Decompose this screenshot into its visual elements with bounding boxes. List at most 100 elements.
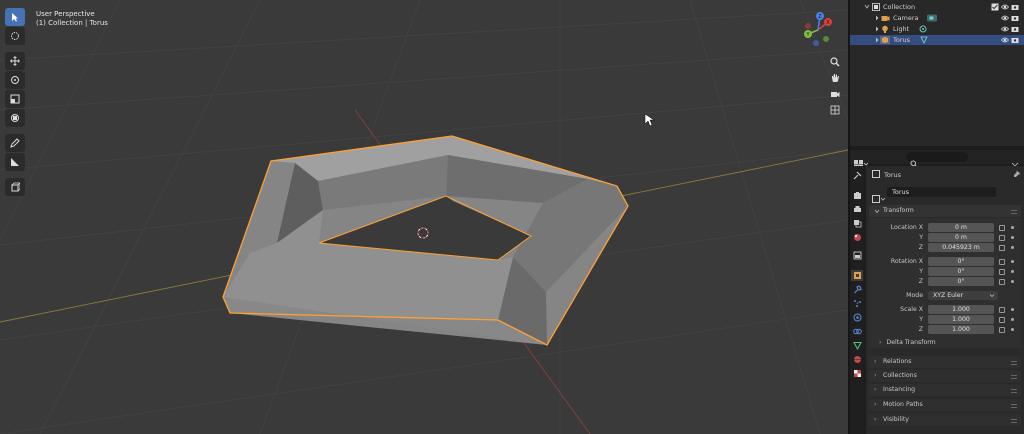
cursor-tool[interactable] <box>5 27 25 45</box>
keyframe-dot-icon[interactable] <box>1011 270 1014 273</box>
outliner-panel: Collection Camera Light Torus <box>850 0 1024 146</box>
chevron-right-icon: › <box>874 372 877 379</box>
scene-icon <box>853 234 861 241</box>
keyframe-dot-icon[interactable] <box>1011 260 1014 263</box>
location-z-field[interactable]: 0.045923 m <box>928 243 994 252</box>
tab-physics[interactable] <box>851 312 863 323</box>
chevron-right-icon: › <box>874 358 877 365</box>
tab-data[interactable] <box>851 340 863 351</box>
lock-icon[interactable] <box>999 235 1005 241</box>
outliner-row-torus[interactable]: Torus <box>850 35 1024 45</box>
measure-tool[interactable] <box>5 153 25 171</box>
viewport-perspective-label: User Perspective <box>36 10 95 18</box>
mesh-object-icon <box>880 36 890 47</box>
tab-object[interactable] <box>851 270 863 281</box>
tab-view-layer[interactable] <box>851 218 863 229</box>
keyframe-dot-icon[interactable] <box>1011 280 1014 283</box>
scale-z-field[interactable]: 1.000 <box>928 325 994 334</box>
outliner-row-collection[interactable]: Collection <box>850 2 1024 12</box>
annotate-tool[interactable] <box>5 134 25 152</box>
tab-constraints[interactable] <box>851 326 863 337</box>
chevron-right-icon: › <box>879 339 882 346</box>
tab-material[interactable] <box>851 354 863 365</box>
object-name-row: Torus <box>869 187 1021 203</box>
rotation-mode-dropdown[interactable]: XYZ Euler <box>928 291 998 300</box>
tab-output[interactable] <box>851 204 863 215</box>
outliner-row-light[interactable]: Light <box>850 24 1024 34</box>
outliner-row-camera[interactable]: Camera <box>850 13 1024 23</box>
scale-x-field[interactable]: 1.000 <box>928 305 994 314</box>
transform-tool[interactable] <box>5 109 25 127</box>
lock-icon[interactable] <box>999 259 1005 265</box>
pan-button[interactable] <box>827 70 843 85</box>
gizmo-x-label: X <box>826 20 830 26</box>
visibility-panel-header[interactable]: › Visibility <box>869 414 1021 426</box>
eye-icon[interactable] <box>1000 36 1010 47</box>
lock-icon[interactable] <box>999 279 1005 285</box>
relations-panel-header[interactable]: › Relations <box>869 356 1021 368</box>
lock-icon[interactable] <box>999 317 1005 323</box>
add-cube-tool[interactable] <box>5 178 25 196</box>
drag-grip-icon[interactable] <box>1011 375 1017 379</box>
cursor-arrow-icon <box>12 13 18 22</box>
keyframe-dot-icon[interactable] <box>1011 308 1014 311</box>
torus-mesh[interactable] <box>222 135 629 346</box>
tab-render[interactable] <box>851 190 863 201</box>
tab-modifiers[interactable] <box>851 284 863 295</box>
chevron-right-icon: › <box>874 386 877 393</box>
pencil-icon <box>10 138 20 148</box>
collections-panel-header[interactable]: › Collections <box>869 370 1021 382</box>
scale-y-field[interactable]: 1.000 <box>928 315 994 324</box>
lock-icon[interactable] <box>999 269 1005 275</box>
location-y-field[interactable]: 0 m <box>928 233 994 242</box>
keyframe-dot-icon[interactable] <box>1011 226 1014 229</box>
scale-tool[interactable] <box>5 90 25 108</box>
camera-view-button[interactable] <box>827 86 843 101</box>
cube-add-icon <box>11 182 20 192</box>
drag-grip-icon[interactable] <box>1011 419 1017 423</box>
properties-search-input[interactable] <box>906 152 968 168</box>
3d-viewport[interactable]: User Perspective (1) Collection | Torus … <box>0 0 848 434</box>
drag-grip-icon[interactable] <box>1011 389 1017 393</box>
render-camera-icon[interactable] <box>1011 36 1019 47</box>
object-name-field[interactable]: Torus <box>887 187 996 197</box>
drag-grip-icon[interactable] <box>1011 210 1017 214</box>
context-object-name: Torus <box>884 171 902 179</box>
rotate-tool[interactable] <box>5 71 25 89</box>
object-icon <box>853 272 861 279</box>
location-x-field[interactable]: 0 m <box>928 223 994 232</box>
lock-icon[interactable] <box>999 245 1005 251</box>
mesh-data-icon <box>852 341 862 350</box>
drag-grip-icon[interactable] <box>1011 404 1017 408</box>
transform-panel-header[interactable]: Transform <box>869 205 1021 217</box>
instancing-panel-header[interactable]: › Instancing <box>869 384 1021 396</box>
viewport-scene[interactable] <box>0 0 848 434</box>
motion-paths-panel-header[interactable]: › Motion Paths <box>869 399 1021 411</box>
rotation-y-field[interactable]: 0° <box>928 267 994 276</box>
tab-particles[interactable] <box>851 298 863 309</box>
keyframe-dot-icon[interactable] <box>1011 236 1014 239</box>
lock-icon[interactable] <box>999 225 1005 231</box>
move-tool[interactable] <box>5 52 25 70</box>
keyframe-dot-icon[interactable] <box>1011 328 1014 331</box>
tab-tool[interactable] <box>851 170 863 181</box>
rotation-x-field[interactable]: 0° <box>928 257 994 266</box>
tab-world[interactable] <box>851 250 863 261</box>
tab-texture[interactable] <box>851 368 863 379</box>
delta-transform-subpanel[interactable]: › Delta Transform <box>879 339 936 346</box>
pin-icon[interactable] <box>1013 170 1021 180</box>
ortho-toggle-button[interactable] <box>827 102 843 117</box>
chevron-right-icon: › <box>874 401 877 408</box>
navigation-gizmo[interactable]: X Y Z <box>798 8 838 48</box>
select-tool[interactable] <box>5 8 25 26</box>
delta-transform-title: Delta Transform <box>886 339 936 346</box>
keyframe-dot-icon[interactable] <box>1011 246 1014 249</box>
tab-scene[interactable] <box>851 232 863 243</box>
ruler-icon <box>11 158 19 166</box>
zoom-button[interactable] <box>827 54 843 69</box>
rotation-z-field[interactable]: 0° <box>928 277 994 286</box>
drag-grip-icon[interactable] <box>1011 361 1017 365</box>
lock-icon[interactable] <box>999 327 1005 333</box>
lock-icon[interactable] <box>999 307 1005 313</box>
keyframe-dot-icon[interactable] <box>1011 318 1014 321</box>
